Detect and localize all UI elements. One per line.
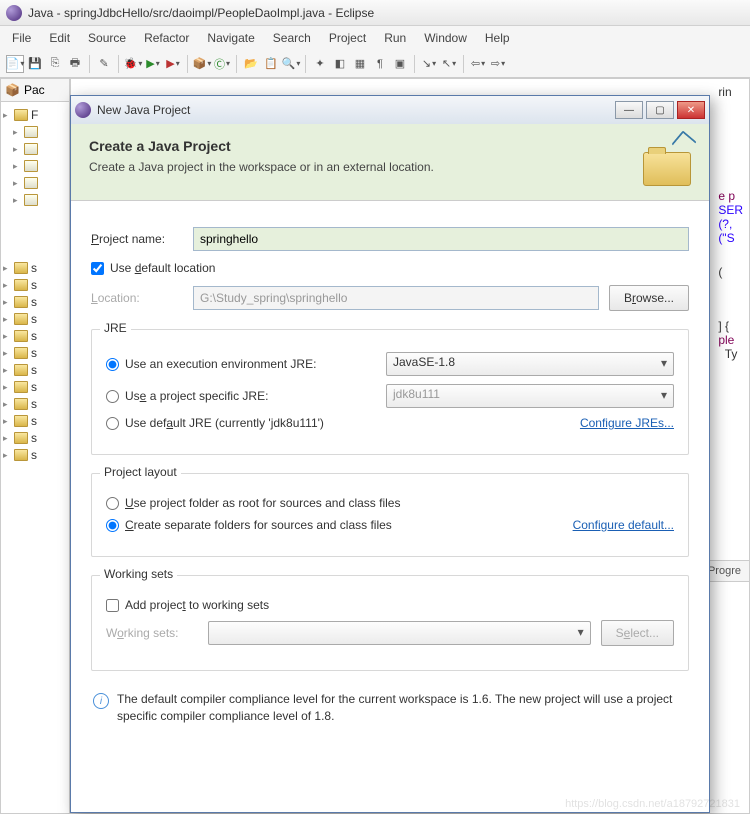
dialog-title: New Java Project xyxy=(97,103,612,117)
pkg-explorer-label: Pac xyxy=(24,83,45,97)
jre-default-radio[interactable]: Use default JRE (currently 'jdk8u111') xyxy=(106,416,376,430)
open-type-icon[interactable]: 📂 xyxy=(242,55,260,73)
menu-window[interactable]: Window xyxy=(424,31,467,45)
maximize-button[interactable]: ▢ xyxy=(646,101,674,119)
working-sets-group: Working sets Add project to working sets… xyxy=(91,575,689,671)
jre-project-specific-select: jdk8u111 xyxy=(386,384,674,408)
show-whitespace-icon[interactable]: ¶ xyxy=(371,55,389,73)
new-icon[interactable]: 📄 xyxy=(6,55,24,73)
menu-source[interactable]: Source xyxy=(88,31,126,45)
jre-exec-env-select[interactable]: JavaSE-1.8 xyxy=(386,352,674,376)
pkg-explorer-icon: 📦 xyxy=(5,83,20,97)
main-title-bar: Java - springJdbcHello/src/daoimpl/Peopl… xyxy=(0,0,750,26)
close-button[interactable]: ✕ xyxy=(677,101,705,119)
menu-edit[interactable]: Edit xyxy=(49,31,70,45)
minimize-button[interactable]: — xyxy=(615,101,643,119)
new-java-project-dialog: New Java Project — ▢ ✕ Create a Java Pro… xyxy=(70,95,710,813)
project-name-label: Project name: xyxy=(91,232,183,246)
location-label: Location: xyxy=(91,291,183,305)
menu-project[interactable]: Project xyxy=(329,31,366,45)
layout-separate-folders-radio[interactable]: Create separate folders for sources and … xyxy=(106,518,392,532)
new-class-icon[interactable]: Ⓒ xyxy=(213,55,231,73)
menu-navigate[interactable]: Navigate xyxy=(207,31,254,45)
menu-search[interactable]: Search xyxy=(273,31,311,45)
save-all-icon[interactable]: ⎘ xyxy=(46,55,64,73)
jre-project-specific-radio[interactable]: Use a project specific JRE: xyxy=(106,389,376,403)
add-to-working-sets-checkbox[interactable]: Add project to working sets xyxy=(106,598,269,612)
working-sets-select xyxy=(208,621,591,645)
toggle-breadcrumb-icon[interactable]: ✦ xyxy=(311,55,329,73)
window-title: Java - springJdbcHello/src/daoimpl/Peopl… xyxy=(28,6,374,20)
select-working-sets-button: Select... xyxy=(601,620,674,646)
jre-legend: JRE xyxy=(100,321,131,335)
package-explorer-tab[interactable]: 📦 Pac xyxy=(1,79,69,102)
watermark: https://blog.csdn.net/a18792721831 xyxy=(565,798,740,810)
debug-icon[interactable]: 🐞 xyxy=(124,55,142,73)
ws-legend: Working sets xyxy=(100,567,177,581)
jre-group: JRE Use an execution environment JRE: Ja… xyxy=(91,329,689,455)
banner-description: Create a Java project in the workspace o… xyxy=(89,160,633,174)
menu-bar[interactable]: File Edit Source Refactor Navigate Searc… xyxy=(0,26,750,50)
search-icon[interactable]: 🔍 xyxy=(282,55,300,73)
layout-legend: Project layout xyxy=(100,465,181,479)
banner-title: Create a Java Project xyxy=(89,138,633,154)
folder-wizard-icon xyxy=(633,138,691,186)
prev-annotation-icon[interactable]: ↖ xyxy=(440,55,458,73)
layout-project-folder-radio[interactable]: Use project folder as root for sources a… xyxy=(106,496,400,510)
open-task-icon[interactable]: 📋 xyxy=(262,55,280,73)
dialog-title-bar[interactable]: New Java Project — ▢ ✕ xyxy=(71,96,709,124)
annotation-icon[interactable]: ▣ xyxy=(391,55,409,73)
jre-exec-env-radio[interactable]: Use an execution environment JRE: xyxy=(106,357,376,371)
configure-default-link[interactable]: Configure default... xyxy=(573,518,674,532)
next-annotation-icon[interactable]: ↘ xyxy=(420,55,438,73)
menu-refactor[interactable]: Refactor xyxy=(144,31,189,45)
info-message: i The default compiler compliance level … xyxy=(91,691,689,725)
block-selection-icon[interactable]: ▦ xyxy=(351,55,369,73)
ext-run-icon[interactable]: ▶ xyxy=(164,55,182,73)
project-layout-group: Project layout Use project folder as roo… xyxy=(91,473,689,557)
new-package-icon[interactable]: 📦 xyxy=(193,55,211,73)
menu-file[interactable]: File xyxy=(12,31,31,45)
eclipse-icon xyxy=(75,102,91,118)
back-icon[interactable]: ⇦ xyxy=(469,55,487,73)
package-explorer[interactable]: 📦 Pac ▸F ▸ ▸ ▸ ▸ ▸ ▸s ▸s ▸s ▸s ▸s ▸s ▸s … xyxy=(0,78,70,814)
mark-occurrences-icon[interactable]: ◧ xyxy=(331,55,349,73)
wand-icon[interactable]: ✎ xyxy=(95,55,113,73)
forward-icon[interactable]: ⇨ xyxy=(489,55,507,73)
configure-jres-link[interactable]: Configure JREs... xyxy=(580,416,674,430)
eclipse-icon xyxy=(6,5,22,21)
main-toolbar: 📄 💾 ⎘ 🖶 ✎ 🐞 ▶ ▶ 📦 Ⓒ 📂 📋 🔍 ✦ ◧ ▦ ¶ ▣ ↘ ↖ … xyxy=(0,50,750,78)
project-name-input[interactable] xyxy=(193,227,689,251)
info-icon: i xyxy=(93,693,109,709)
print-icon[interactable]: 🖶 xyxy=(66,55,84,73)
save-icon[interactable]: 💾 xyxy=(26,55,44,73)
working-sets-label: Working sets: xyxy=(106,626,198,640)
run-icon[interactable]: ▶ xyxy=(144,55,162,73)
menu-run[interactable]: Run xyxy=(384,31,406,45)
location-input xyxy=(193,286,599,310)
browse-button[interactable]: Browse... xyxy=(609,285,689,311)
dialog-banner: Create a Java Project Create a Java proj… xyxy=(71,124,709,201)
use-default-location-checkbox[interactable]: Use default location xyxy=(91,261,215,275)
menu-help[interactable]: Help xyxy=(485,31,510,45)
